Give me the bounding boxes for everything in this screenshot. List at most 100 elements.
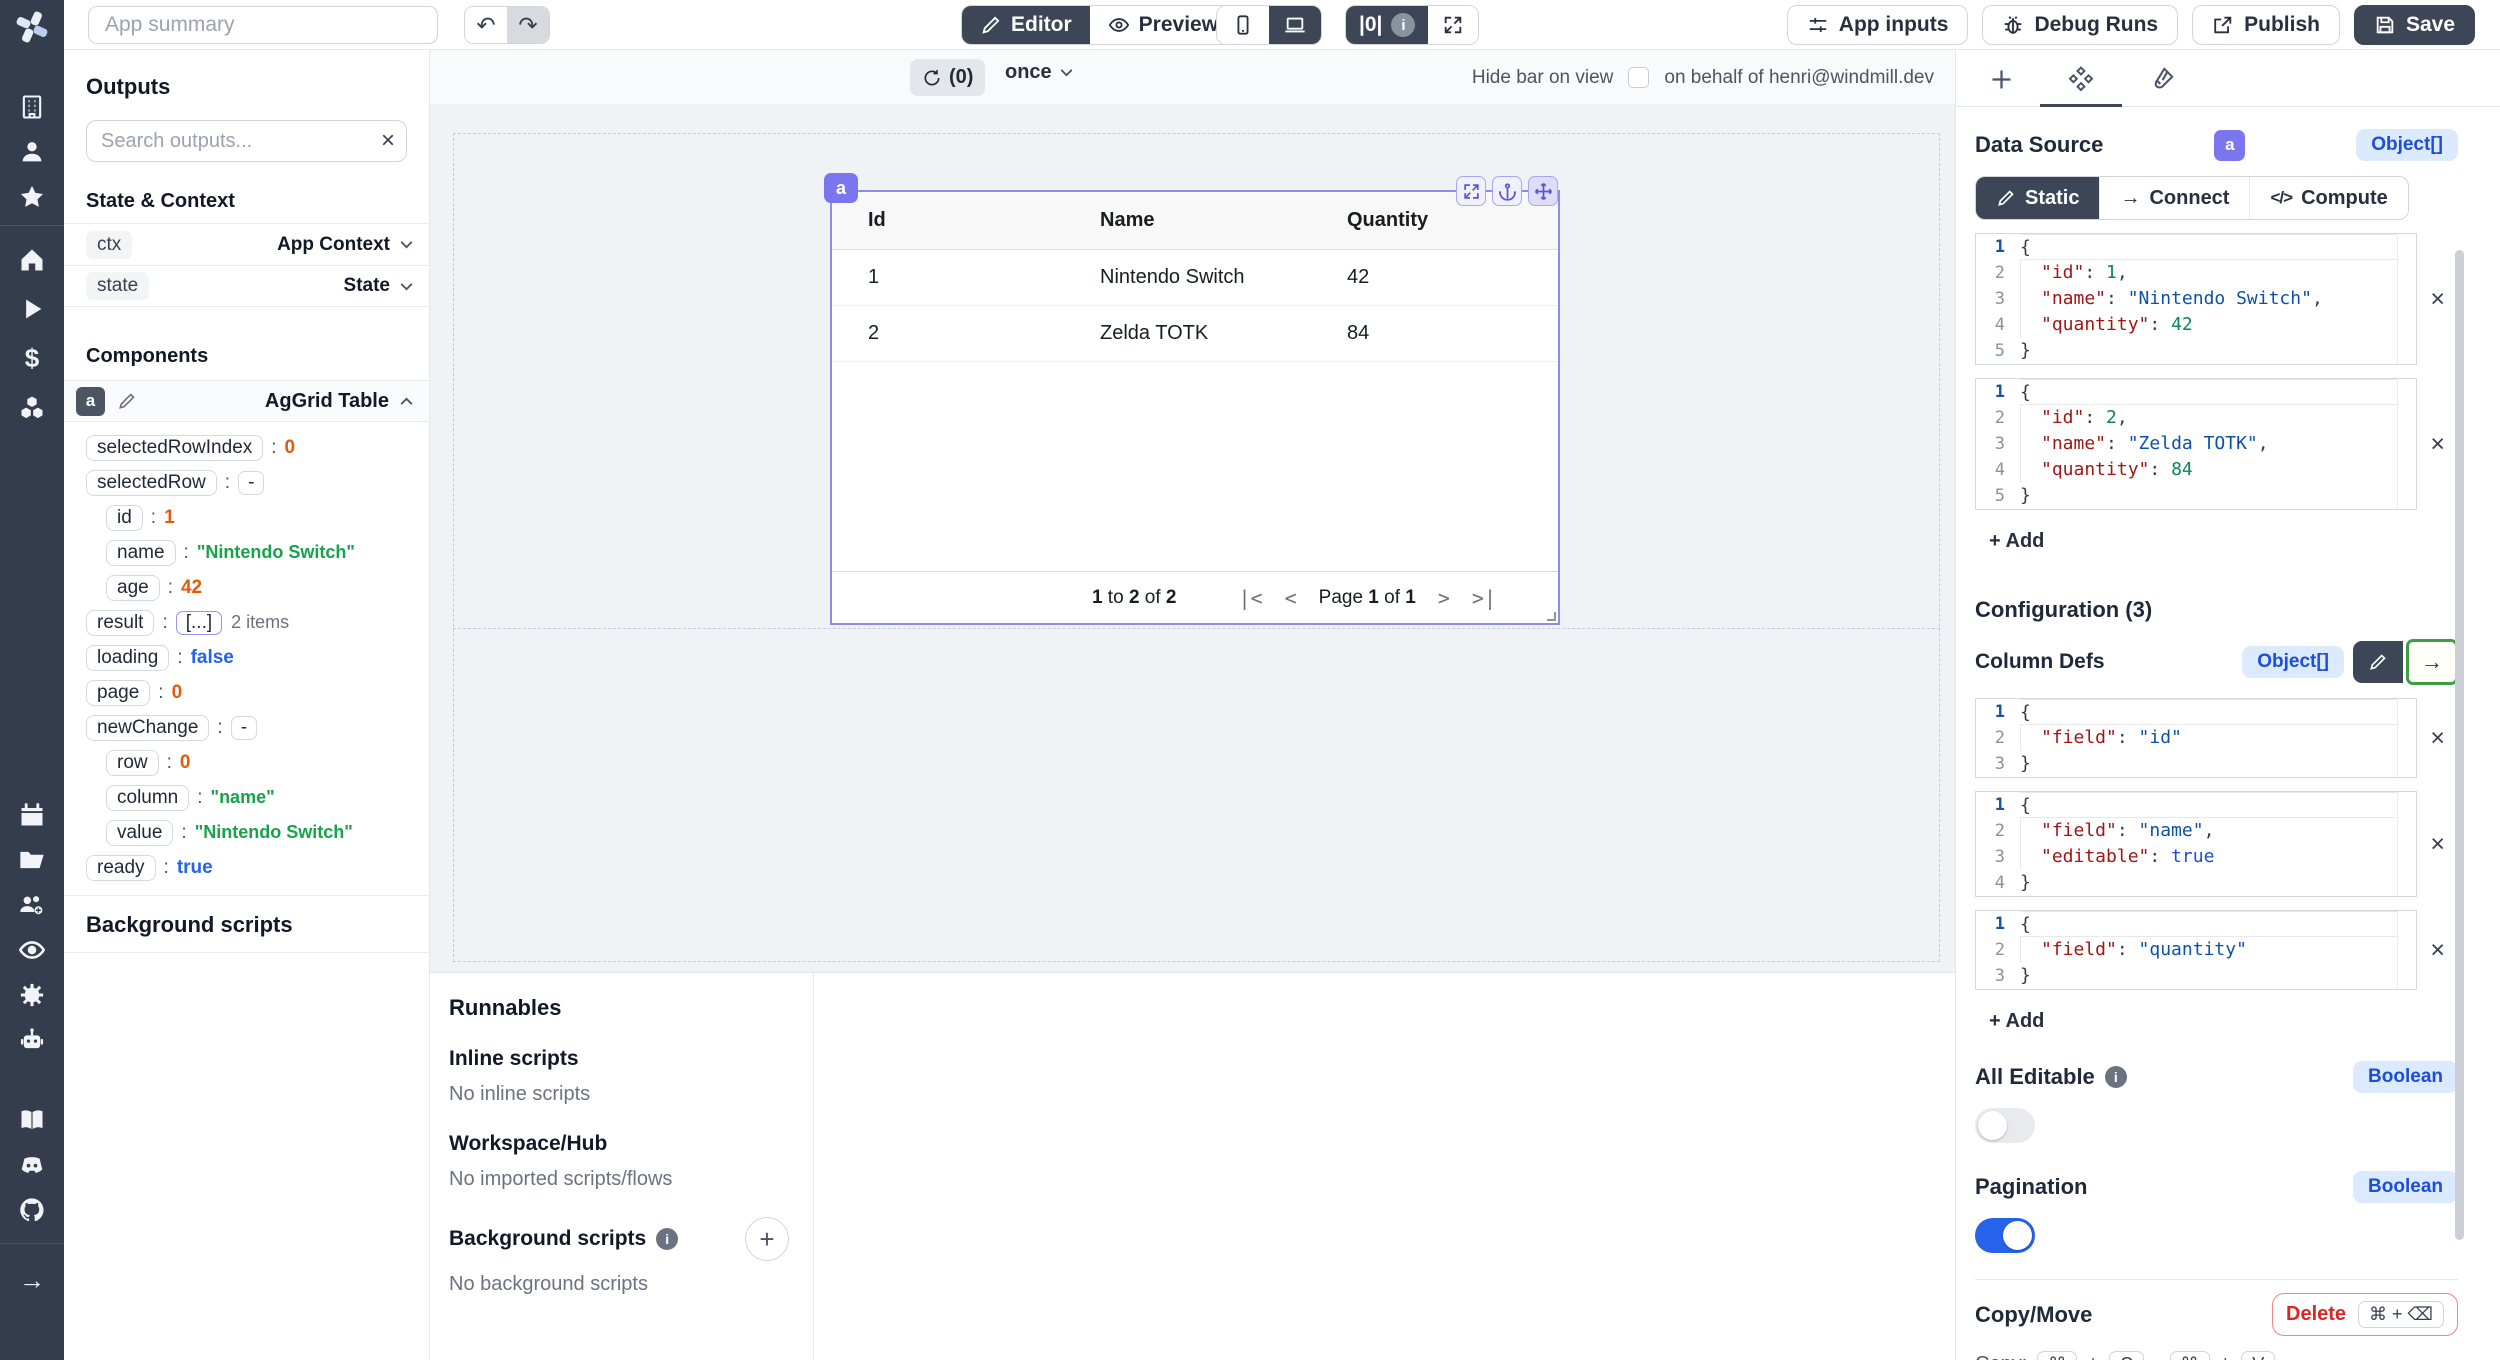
move-component-button[interactable] [1528,176,1558,206]
output-property-row[interactable]: newChange :- [64,710,429,745]
remove-column-def-button[interactable]: × [2417,930,2458,970]
app-canvas[interactable]: a IdNameQuantity 1Nintendo Switch422Zeld… [430,105,1955,972]
delete-component-button[interactable]: Delete ⌘ + ⌫ [2272,1293,2458,1336]
first-page-icon[interactable]: |< [1239,586,1263,610]
debug-runs-button[interactable]: Debug Runs [1982,5,2178,45]
anchor-component-button[interactable] [1492,176,1522,206]
panel-scrollbar[interactable] [2455,250,2464,1240]
app-summary-input[interactable] [88,6,438,44]
home-icon[interactable] [17,245,47,275]
property-key-badge: page [86,680,150,706]
hide-bar-checkbox[interactable] [1628,67,1649,88]
table-row[interactable]: 2Zelda TOTK84 [832,306,1558,362]
json-editor[interactable]: 1 { 2 "field": "name", 3 "editable": tru… [1975,791,2417,897]
output-property-row[interactable]: loading :false [64,640,429,675]
chevron-up-icon[interactable] [398,393,415,410]
output-property-row[interactable]: ready :true [64,850,429,885]
settings-gear-icon[interactable] [17,980,47,1010]
styling-tab[interactable] [2144,62,2178,96]
undo-button[interactable]: ↶ [465,7,507,43]
app-inputs-button[interactable]: App inputs [1787,5,1969,45]
preview-tab[interactable]: Preview [1090,6,1236,44]
star-icon[interactable] [17,182,47,212]
windmill-logo-icon[interactable] [13,8,51,46]
remove-column-def-button[interactable]: × [2417,718,2458,758]
refresh-count-button[interactable]: (0) [910,59,985,96]
github-icon[interactable] [17,1195,47,1225]
output-property-row[interactable]: result :[...]2 items [64,605,429,640]
json-editor[interactable]: 1 { 2 "field": "id" 3 } [1975,698,2417,778]
connect-mode-button[interactable]: → [2406,639,2458,685]
output-property-row[interactable]: selectedRow :- [64,465,429,500]
folders-icon[interactable] [17,845,47,875]
output-property-row[interactable]: name :"Nintendo Switch" [64,535,429,570]
resize-handle[interactable] [1547,612,1556,621]
user-icon[interactable] [17,137,47,167]
edit-mode-button[interactable] [2353,641,2403,683]
prev-page-icon[interactable]: < [1285,586,1297,610]
output-property-row[interactable]: value :"Nintendo Switch" [64,815,429,850]
collapse-arrow-icon[interactable]: → [17,1265,47,1295]
pagination-toggle[interactable] [1975,1218,2035,1253]
last-page-icon[interactable]: >| [1472,586,1496,610]
mobile-view-button[interactable] [1217,6,1269,44]
all-editable-toggle[interactable] [1975,1108,2035,1143]
resources-cubes-icon[interactable] [17,392,47,422]
compute-tab[interactable]: </> Compute [2250,177,2407,219]
docs-book-icon[interactable] [17,1105,47,1135]
expand-component-button[interactable] [1456,176,1486,206]
ai-robot-icon[interactable] [17,1025,47,1055]
json-editor[interactable]: 1 { 2 "id": 2, 3 "name": "Zelda TOTK", 4… [1975,378,2417,510]
groups-icon[interactable] [17,890,47,920]
desktop-view-button[interactable] [1269,6,1321,44]
remove-data-row-button[interactable]: × [2417,279,2458,319]
discord-icon[interactable] [17,1150,47,1180]
edit-id-pencil-icon[interactable] [117,391,137,411]
add-background-script-button[interactable]: + [745,1217,789,1261]
output-property-row[interactable]: id :1 [64,500,429,535]
table-row[interactable]: 1Nintendo Switch42 [832,250,1558,306]
remove-data-row-button[interactable]: × [2417,424,2458,464]
shortcut-key: C [2109,1351,2144,1360]
diff-counter-button[interactable]: |0| i [1346,6,1428,44]
output-property-row[interactable]: page :0 [64,675,429,710]
save-button[interactable]: Save [2354,5,2475,45]
component-header[interactable]: a AgGrid Table [64,380,429,422]
info-icon: i [1391,13,1415,37]
table-cell: 2 [832,322,1064,345]
connect-tab[interactable]: → Connect [2100,177,2250,219]
remove-column-def-button[interactable]: × [2417,824,2458,864]
variables-dollar-icon[interactable]: $ [17,343,47,373]
output-property-row[interactable]: selectedRowIndex :0 [64,430,429,465]
audit-eye-icon[interactable] [17,935,47,965]
publish-button[interactable]: Publish [2192,5,2340,45]
next-page-icon[interactable]: > [1438,586,1450,610]
context-row[interactable]: ctx App Context [64,223,429,265]
output-property-row[interactable]: row :0 [64,745,429,780]
table-column-header[interactable]: Id [832,209,1064,232]
schedules-calendar-icon[interactable] [17,800,47,830]
output-property-row[interactable]: age :42 [64,570,429,605]
json-editor[interactable]: 1 { 2 "id": 1, 3 "name": "Nintendo Switc… [1975,233,2417,365]
context-row[interactable]: state State [64,265,429,307]
json-editor[interactable]: 1 { 2 "field": "quantity" 3 } [1975,910,2417,990]
output-property-row[interactable]: column :"name" [64,780,429,815]
table-column-header[interactable]: Name [1064,209,1311,232]
table-column-header[interactable]: Quantity [1311,209,1558,232]
fullscreen-button[interactable] [1428,6,1478,44]
search-outputs-input[interactable] [86,120,407,162]
static-tab[interactable]: Static [1976,177,2100,219]
aggrid-table-component[interactable]: a IdNameQuantity 1Nintendo Switch422Zeld… [830,190,1560,625]
schedule-mode-dropdown[interactable]: once [1005,61,1075,84]
redo-button[interactable]: ↷ [507,7,549,43]
editor-tab[interactable]: Editor [962,6,1090,44]
runs-play-icon[interactable] [17,294,47,324]
editor-preview-toggle: Editor Preview [961,5,1237,45]
context-key-badge: state [86,272,149,300]
insert-component-tab[interactable] [1984,62,2018,96]
component-settings-tab[interactable] [2064,62,2098,96]
add-column-def-button[interactable]: + Add [1989,1010,2044,1033]
clear-search-icon[interactable]: × [381,127,395,155]
add-data-row-button[interactable]: + Add [1989,530,2044,553]
workspace-icon[interactable] [17,92,47,122]
